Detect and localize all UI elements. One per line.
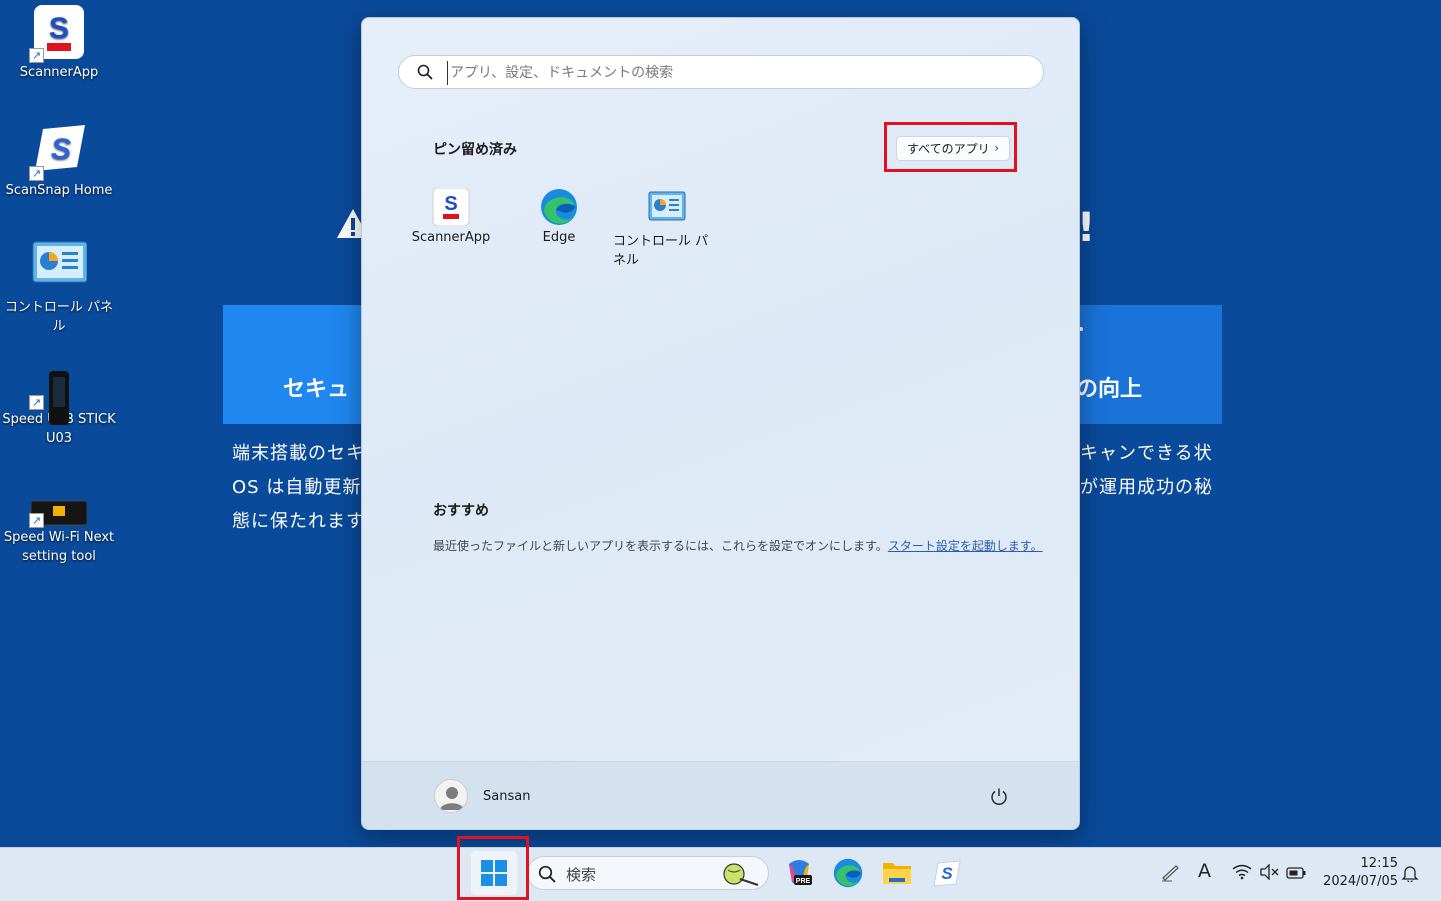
chevron-right-icon: › [994,141,999,155]
shortcut-arrow-icon: ↗ [29,166,44,181]
search-icon [538,865,556,887]
desktop-icon-control-panel[interactable]: コントロール パネル [1,240,117,336]
wifi-icon[interactable] [1232,864,1252,884]
ime-indicator[interactable]: A [1198,860,1211,882]
svg-text:S: S [941,864,953,883]
search-icon [417,64,433,84]
user-name[interactable]: Sansan [483,789,530,804]
edge-icon [540,188,578,226]
pen-icon[interactable] [1160,864,1180,886]
start-button-highlight-box [457,836,529,900]
all-apps-label: すべてのアプリ [907,142,990,156]
scansnap-home-icon: S ↗ [29,123,87,181]
user-avatar[interactable] [434,779,468,813]
edge-icon[interactable] [833,858,863,888]
desktop-icon-usb-stick[interactable]: ↗ Speed USB STICK U03 [1,352,117,448]
shortcut-arrow-icon: ↗ [29,48,44,63]
start-search-input[interactable] [447,61,1012,85]
usb-stick-icon: ↗ [29,352,87,425]
svg-text:S: S [49,12,69,45]
pinned-section-title: ピン留め済み [433,142,517,158]
feature-text-right: キャンできる状 が運用成功の秘 [1080,443,1213,498]
scannerapp-icon: S [432,187,470,227]
desktop-icon-label: ScannerApp [19,65,99,80]
svg-text:S: S [444,193,457,215]
clock-date: 2024/07/05 [1323,874,1398,889]
desktop-icon-scansnap-home[interactable]: S ↗ ScanSnap Home [1,123,117,200]
volume-muted-icon[interactable] [1259,863,1279,884]
desktop-icon-wifi-tool[interactable]: ↗ Speed Wi-Fi Next setting tool [1,470,117,566]
start-menu: ピン留め済み すべてのアプリ › S ScannerApp Edge コントロー… [361,17,1080,830]
battery-icon[interactable] [1286,865,1306,884]
recommended-section-title: おすすめ [433,503,489,519]
scansnap-icon[interactable]: S [932,858,962,888]
desktop-icon-scannerapp[interactable]: S ↗ ScannerApp [1,5,117,82]
shortcut-arrow-icon: ↗ [29,513,44,528]
svg-text:PRE: PRE [796,878,811,885]
pinned-app-edge[interactable]: Edge [505,188,613,245]
start-menu-footer: Sansan [362,761,1079,830]
pinned-app-label: ScannerApp [411,230,491,245]
desktop-icon-label: ScanSnap Home [5,183,113,198]
pinned-app-label: コントロール パネル [613,234,709,268]
feature-card-title: の向上 [1076,377,1143,402]
taskbar-search-label: 検索 [566,866,597,884]
feature-text-left: 端末搭載のセキ OS は自動更新 態に保たれます [232,443,365,532]
scannerapp-icon: S ↗ [29,5,87,63]
recommended-text: 最近使ったファイルと新しいアプリを表示するには、これらを設定でオンにします。 [433,539,888,553]
feature-card-left: セキュ [223,305,363,424]
control-panel-icon [648,188,686,226]
copilot-icon[interactable]: PRE [784,858,814,888]
desktop-icon-label: コントロール パネル [4,300,114,334]
bell-icon[interactable] [1401,864,1419,886]
start-search-box[interactable] [398,55,1044,89]
control-panel-icon [31,240,88,296]
svg-text:S: S [51,133,71,166]
wifi-router-icon: ↗ [29,470,88,528]
recommended-message: 最近使ったファイルと新しいアプリを表示するには、これらを設定でオンにします。スタ… [433,537,1043,554]
all-apps-button[interactable]: すべてのアプリ › [896,136,1010,161]
clock-time: 12:15 [1360,856,1398,871]
pinned-app-label: Edge [542,230,576,245]
taskbar-search-box[interactable]: 検索 [527,856,769,890]
power-icon[interactable] [989,787,1009,807]
search-highlight-icon [723,863,759,887]
start-settings-link[interactable]: スタート設定を起動します。 [888,539,1043,553]
pinned-app-control-panel[interactable]: コントロール パネル [613,188,721,268]
feature-card-right: の向上 [1076,305,1222,424]
shortcut-arrow-icon: ↗ [29,395,44,410]
file-explorer-icon[interactable] [882,858,912,888]
feature-card-title: セキュ [283,377,350,402]
taskbar-clock[interactable]: 12:15 2024/07/05 [1318,855,1398,891]
pinned-app-scannerapp[interactable]: S ScannerApp [397,187,505,245]
